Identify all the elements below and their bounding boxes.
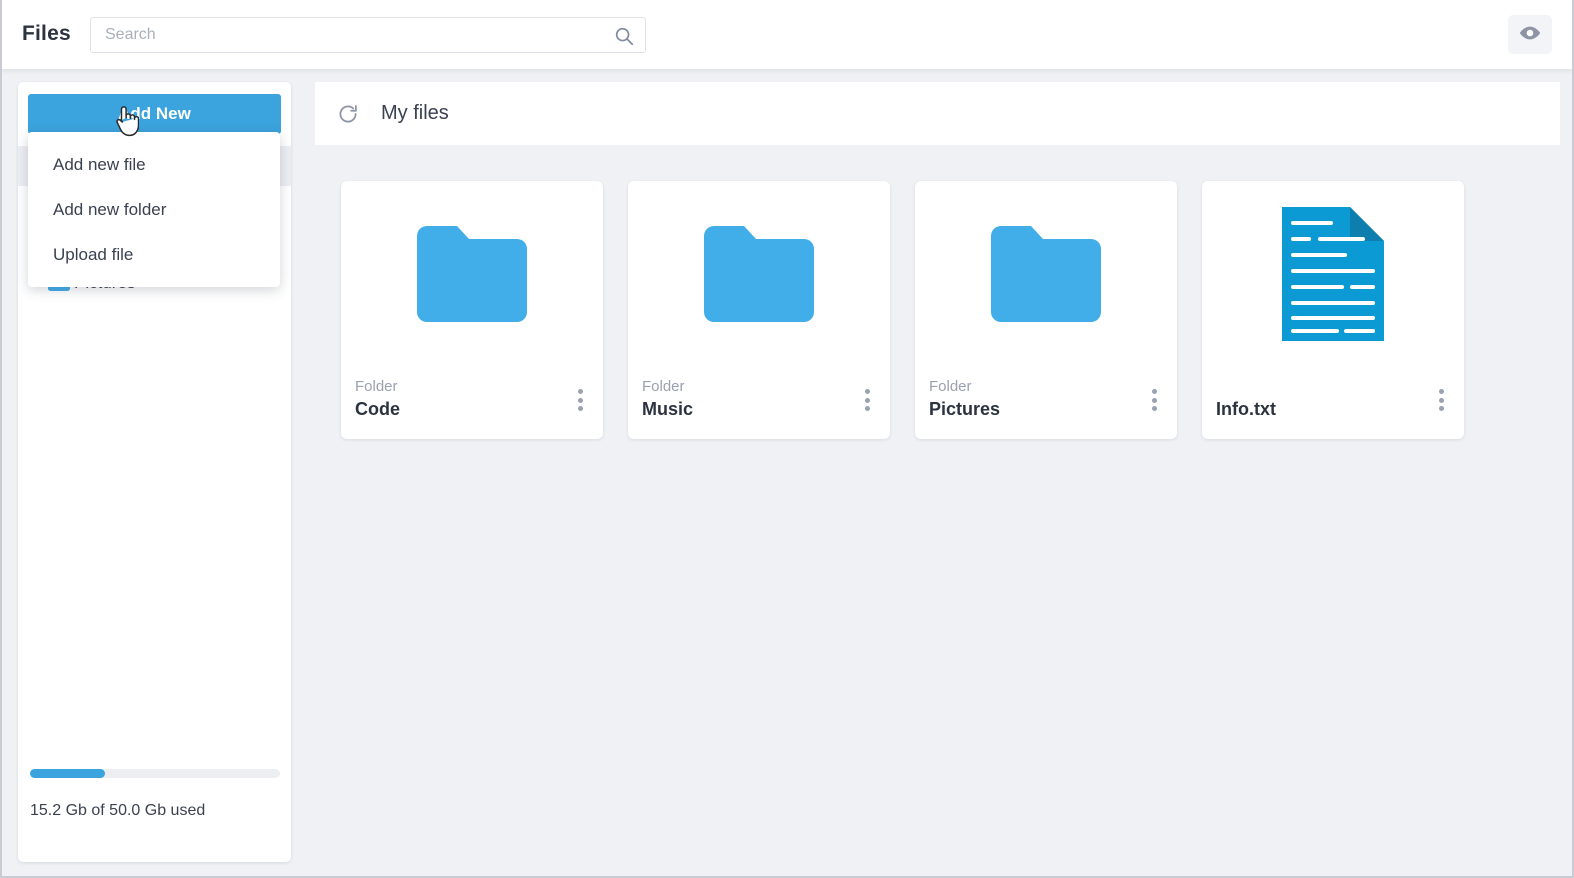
app-header: Files	[2, 0, 1572, 69]
storage-usage-text: 15.2 Gb of 50.0 Gb used	[30, 802, 206, 819]
search-icon	[613, 25, 635, 47]
card-type-label: Folder	[642, 378, 685, 395]
card-type-label: Folder	[929, 378, 972, 395]
file-card-info-txt[interactable]: Info.txt	[1202, 181, 1464, 439]
card-type-label: Folder	[355, 378, 398, 395]
file-card-pictures[interactable]: Folder Pictures	[915, 181, 1177, 439]
card-footer: Folder Pictures	[929, 377, 1163, 421]
card-name-label: Info.txt	[1216, 399, 1276, 419]
menu-item-add-new-file[interactable]: Add new file	[28, 142, 280, 187]
add-new-dropdown-menu: Add new file Add new folder Upload file	[28, 132, 280, 287]
folder-icon	[417, 225, 527, 327]
page-title: Files	[22, 22, 71, 45]
search-input[interactable]	[91, 18, 645, 52]
card-name-label: Code	[355, 399, 400, 419]
file-card-code[interactable]: Folder Code	[341, 181, 603, 439]
search-box[interactable]	[90, 17, 646, 53]
card-thumbnail	[1202, 181, 1464, 371]
menu-item-upload-file[interactable]: Upload file	[28, 232, 280, 277]
app-window: Files Add New	[0, 0, 1574, 878]
menu-item-label: Add new folder	[53, 199, 167, 219]
refresh-icon[interactable]	[337, 103, 359, 125]
breadcrumb: My files	[381, 102, 449, 124]
card-footer: Folder Music	[642, 377, 876, 421]
card-name-label: Pictures	[929, 399, 1001, 419]
card-footer: Folder Code	[355, 377, 589, 421]
storage-progress-fill	[30, 769, 105, 778]
text-file-icon	[1282, 206, 1384, 346]
files-grid: Folder Code Folder Music Folder Pictures…	[315, 145, 1560, 862]
menu-item-label: Upload file	[53, 244, 134, 264]
content-toolbar: My files	[315, 82, 1560, 145]
card-thumbnail	[915, 181, 1177, 371]
folder-icon	[991, 225, 1101, 327]
card-name-label: Music	[642, 399, 694, 419]
kebab-menu-icon[interactable]	[571, 387, 589, 413]
kebab-menu-icon[interactable]	[858, 387, 876, 413]
folder-icon	[704, 225, 814, 327]
eye-icon	[1518, 21, 1542, 48]
card-footer: Info.txt	[1216, 377, 1450, 421]
menu-item-add-new-folder[interactable]: Add new folder	[28, 187, 280, 232]
preview-toggle-button[interactable]	[1508, 15, 1552, 54]
add-new-button[interactable]: Add New	[28, 94, 281, 134]
menu-item-label: Add new file	[53, 154, 146, 174]
card-thumbnail	[341, 181, 603, 371]
file-card-music[interactable]: Folder Music	[628, 181, 890, 439]
storage-progress-bar	[30, 769, 280, 778]
kebab-menu-icon[interactable]	[1145, 387, 1163, 413]
kebab-menu-icon[interactable]	[1432, 387, 1450, 413]
card-thumbnail	[628, 181, 890, 371]
